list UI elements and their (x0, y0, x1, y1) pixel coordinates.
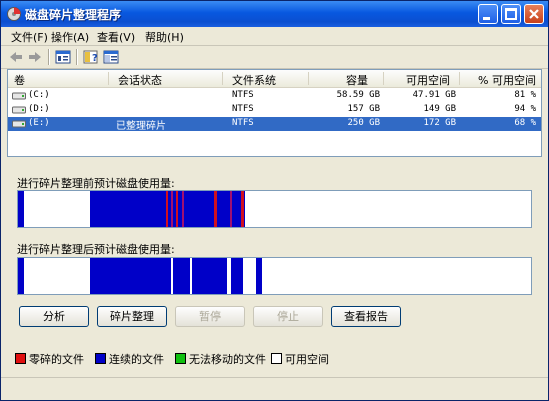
close-button[interactable] (524, 4, 544, 24)
volume-list-header: 卷 会话状态 文件系统 容量 可用空间 % 可用空间 (8, 70, 541, 88)
column-header-volume[interactable]: 卷 (14, 72, 25, 88)
before-defrag-map (18, 191, 245, 227)
column-divider[interactable] (383, 72, 384, 85)
legend-swatch-contiguous (95, 353, 106, 364)
volume-free-space: 47.91 GB (412, 90, 456, 100)
menu-help[interactable]: 帮助(H) (145, 29, 184, 45)
volume-status: 已整理碎片 (116, 121, 166, 132)
drive-icon (12, 106, 26, 114)
legend-item-contiguous: 连续的文件 (95, 351, 164, 367)
before-gauge-label: 进行碎片整理前预计磁盘使用量: (17, 177, 175, 190)
volume-file-system: NTFS (232, 90, 254, 100)
volume-percent-free: 68 % (514, 118, 536, 128)
close-icon (529, 9, 539, 19)
legend-swatch-fragmented (15, 353, 26, 364)
legend-swatch-unmovable (175, 353, 186, 364)
window-title: 磁盘碎片整理程序 (25, 8, 122, 22)
defragment-button[interactable]: 碎片整理 (97, 306, 167, 327)
column-header-file-system[interactable]: 文件系统 (232, 72, 276, 88)
volume-percent-free: 94 % (514, 104, 536, 114)
toolbar: ? (1, 46, 548, 69)
volume-row[interactable]: (D:) NTFS 157 GB 149 GB 94 % (8, 103, 541, 117)
column-header-session-status[interactable]: 会话状态 (118, 72, 162, 88)
volume-file-system: NTFS (232, 118, 254, 128)
help-icon[interactable]: ? (82, 48, 100, 66)
drive-icon (12, 92, 26, 100)
view-report-button[interactable]: 查看报告 (331, 306, 401, 327)
forward-arrow-icon[interactable] (26, 48, 44, 66)
volume-free-space: 172 GB (423, 118, 456, 128)
legend-item-unmovable: 无法移动的文件 (175, 351, 266, 367)
column-header-percent-free[interactable]: % 可用空间 (478, 72, 536, 88)
after-gauge-label: 进行碎片整理后预计磁盘使用量: (17, 243, 175, 256)
volume-name: (D:) (28, 104, 50, 114)
drive-icon (12, 120, 26, 128)
toolbar-separator (76, 49, 78, 65)
after-defrag-gauge (17, 257, 532, 295)
back-arrow-icon[interactable] (7, 48, 25, 66)
column-divider[interactable] (222, 72, 223, 85)
title-bar[interactable]: 磁盘碎片整理程序 (1, 1, 548, 27)
status-bar (1, 377, 548, 400)
column-header-capacity[interactable]: 容量 (346, 72, 368, 88)
legend-item-free-space: 可用空间 (271, 351, 329, 367)
column-divider[interactable] (108, 72, 109, 85)
menu-action[interactable]: 操作(A) (51, 29, 89, 45)
legend-item-fragmented: 零碎的文件 (15, 351, 84, 367)
maximize-icon (505, 8, 517, 20)
legend: 零碎的文件 连续的文件 无法移动的文件 可用空间 (15, 351, 535, 367)
svg-text:?: ? (92, 53, 98, 64)
console-tree-icon[interactable] (102, 48, 120, 66)
volume-free-space: 149 GB (423, 104, 456, 114)
defrag-window: 磁盘碎片整理程序 文件(F) 操作(A) 查看(V) 帮助(H) ? 卷 会话状… (0, 0, 549, 401)
volume-capacity: 157 GB (347, 104, 380, 114)
volume-percent-free: 81 % (514, 90, 536, 100)
volume-file-system: NTFS (232, 104, 254, 114)
stop-button[interactable]: 停止 (253, 306, 323, 327)
volume-name: (E:) (28, 118, 50, 128)
volume-capacity: 250 GB (347, 118, 380, 128)
column-divider[interactable] (308, 72, 309, 85)
volume-row[interactable]: (C:) NTFS 58.59 GB 47.91 GB 81 % (8, 89, 541, 103)
volume-name: (C:) (28, 90, 50, 100)
legend-swatch-free-space (271, 353, 282, 364)
before-defrag-gauge (17, 190, 532, 228)
column-header-free-space[interactable]: 可用空间 (406, 72, 450, 88)
menu-file[interactable]: 文件(F) (11, 29, 48, 45)
minimize-button[interactable] (478, 4, 498, 24)
volume-row-selected[interactable]: (E:) 已整理碎片 NTFS 250 GB 172 GB 68 % (8, 117, 541, 132)
pause-button[interactable]: 暂停 (175, 306, 245, 327)
volume-properties-icon[interactable] (54, 48, 72, 66)
minimize-icon (483, 17, 490, 20)
volume-capacity: 58.59 GB (336, 90, 380, 100)
after-defrag-map (18, 258, 262, 294)
menu-bar: 文件(F) 操作(A) 查看(V) 帮助(H) (1, 27, 548, 46)
menu-view[interactable]: 查看(V) (97, 29, 135, 45)
maximize-button[interactable] (501, 4, 521, 24)
defrag-app-icon (7, 7, 21, 21)
toolbar-separator (48, 49, 50, 65)
analyze-button[interactable]: 分析 (19, 306, 89, 327)
volume-list: 卷 会话状态 文件系统 容量 可用空间 % 可用空间 (C:) NTFS 58.… (7, 69, 542, 157)
column-divider[interactable] (459, 72, 460, 85)
